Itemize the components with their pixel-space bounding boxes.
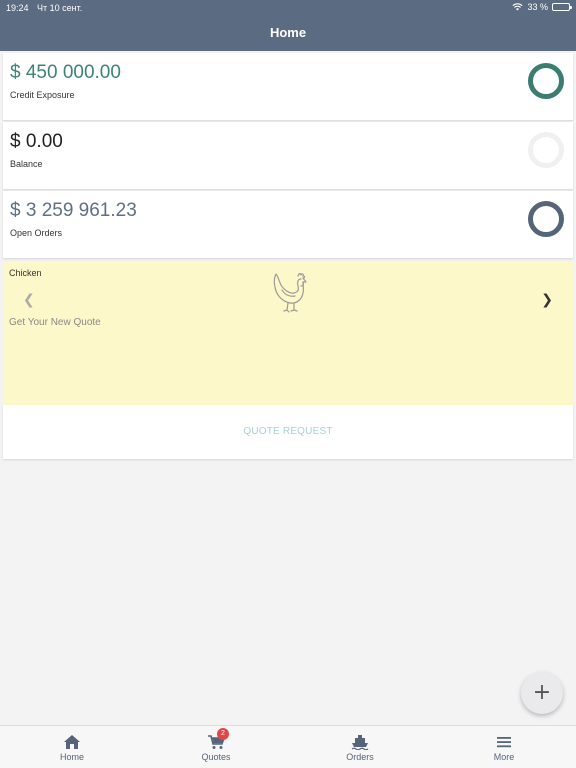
progress-ring-icon [528,132,564,168]
quote-request-bar: QUOTE REQUEST [3,405,573,459]
stat-value: $ 0.00 [10,131,63,152]
product-title: Chicken [9,268,42,278]
wifi-icon [512,3,524,11]
product-carousel[interactable]: Chicken ❮ ❯ Get Your New Quote [3,262,573,405]
progress-ring-icon [528,63,564,99]
tab-home[interactable]: Home [32,726,112,768]
quote-request-button[interactable]: QUOTE REQUEST [3,426,573,437]
status-time: 19:24 [6,3,29,13]
tab-label: Home [59,752,84,762]
tab-quotes[interactable]: 2 Quotes [176,726,256,768]
tab-label: More [493,752,515,762]
page-title: Home [269,25,307,40]
status-bar: 19:24 Чт 10 сент. 33 % [0,0,576,16]
tab-label: Orders [346,752,374,762]
stat-label: Balance [10,159,43,169]
progress-ring-icon [528,201,564,237]
open-orders-card[interactable]: $ 3 259 961.23 Open Orders [3,191,573,258]
app-header: 19:24 Чт 10 сент. 33 % Home [0,0,576,51]
product-subtitle: Get Your New Quote [9,317,101,328]
battery-text: 33 % [527,2,548,12]
status-date: Чт 10 сент. [37,3,83,13]
chevron-left-icon[interactable]: ❮ [23,291,35,308]
status-indicators: 33 % [512,2,572,12]
stat-label: Credit Exposure [10,90,75,100]
credit-exposure-card[interactable]: $ 450 000.00 Credit Exposure [3,53,573,120]
chicken-icon [273,273,307,313]
chevron-right-icon[interactable]: ❯ [541,291,553,308]
stat-label: Open Orders [10,228,63,238]
ship-icon [351,735,369,750]
tab-bar: Home 2 Quotes Orders More [0,725,576,768]
home-icon [64,735,80,749]
tab-orders[interactable]: Orders [320,726,400,768]
balance-card[interactable]: $ 0.00 Balance [3,122,573,189]
add-button[interactable]: + [521,672,563,714]
tab-label: Quotes [201,752,231,762]
quotes-badge: 2 [217,728,229,740]
tab-more[interactable]: More [464,726,544,768]
stat-value: $ 450 000.00 [10,62,121,83]
battery-icon [552,3,572,11]
menu-icon [497,737,511,748]
stat-value: $ 3 259 961.23 [10,200,137,221]
